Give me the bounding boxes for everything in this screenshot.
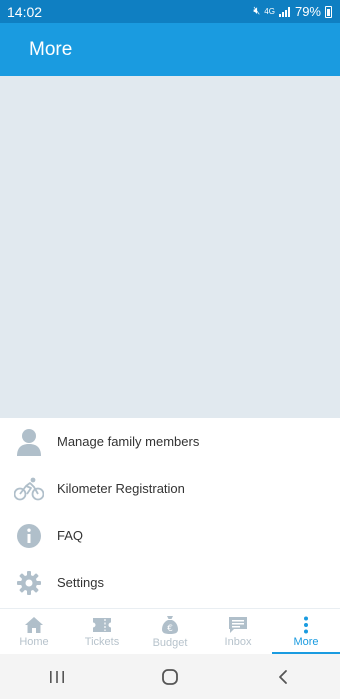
- nav-label: Tickets: [84, 635, 120, 648]
- gear-icon: [0, 559, 57, 606]
- message-icon: [229, 616, 247, 633]
- info-icon: [0, 512, 57, 559]
- content-placeholder: [0, 76, 340, 418]
- euro-bag-icon: €: [162, 615, 178, 634]
- menu-item-kilometer-registration[interactable]: Kilometer Registration: [0, 465, 340, 512]
- status-icons: 🔇︎ 4G 79%: [253, 4, 332, 19]
- back-icon: [279, 669, 288, 684]
- menu-item-faq[interactable]: FAQ: [0, 512, 340, 559]
- menu-item-label: Kilometer Registration: [57, 481, 185, 496]
- network-type: 4G: [264, 7, 275, 16]
- nav-more[interactable]: More: [272, 609, 340, 654]
- mute-icon: 🔇︎: [253, 5, 261, 17]
- ticket-icon: [93, 617, 111, 632]
- svg-text:€: €: [167, 624, 173, 634]
- nav-home[interactable]: Home: [0, 609, 68, 654]
- home-button[interactable]: [140, 654, 200, 699]
- battery-percent: 79%: [294, 4, 321, 19]
- more-menu: Manage family members Kilometer Registra…: [0, 418, 340, 608]
- more-vertical-icon: [304, 616, 308, 633]
- page-title: More: [29, 38, 73, 60]
- menu-item-settings[interactable]: Settings: [0, 559, 340, 606]
- signal-icon: [278, 6, 290, 17]
- menu-item-label: Settings: [57, 575, 104, 590]
- bottom-navigation: Home Tickets € Budget Inbox More: [0, 608, 340, 654]
- status-bar: 14:02 🔇︎ 4G 79%: [0, 0, 340, 23]
- battery-icon: [325, 5, 332, 18]
- nav-label: Home: [19, 635, 49, 648]
- nav-label: Inbox: [224, 635, 252, 648]
- system-navigation-bar: [0, 654, 340, 699]
- person-icon: [0, 418, 57, 465]
- nav-inbox[interactable]: Inbox: [204, 609, 272, 654]
- recent-apps-icon: [49, 670, 64, 683]
- back-button[interactable]: [253, 654, 313, 699]
- home-circle-icon: [162, 668, 178, 685]
- menu-item-label: Manage family members: [57, 434, 200, 449]
- nav-label: More: [293, 635, 319, 648]
- app-bar: More: [0, 23, 340, 76]
- menu-item-label: FAQ: [57, 528, 84, 543]
- status-time: 14:02: [7, 3, 43, 20]
- home-icon: [25, 616, 43, 633]
- recent-apps-button[interactable]: [27, 654, 87, 699]
- nav-label: Budget: [152, 636, 188, 649]
- nav-budget[interactable]: € Budget: [136, 609, 204, 654]
- nav-tickets[interactable]: Tickets: [68, 609, 136, 654]
- bicycle-icon: [0, 465, 57, 512]
- menu-item-manage-family[interactable]: Manage family members: [0, 418, 340, 465]
